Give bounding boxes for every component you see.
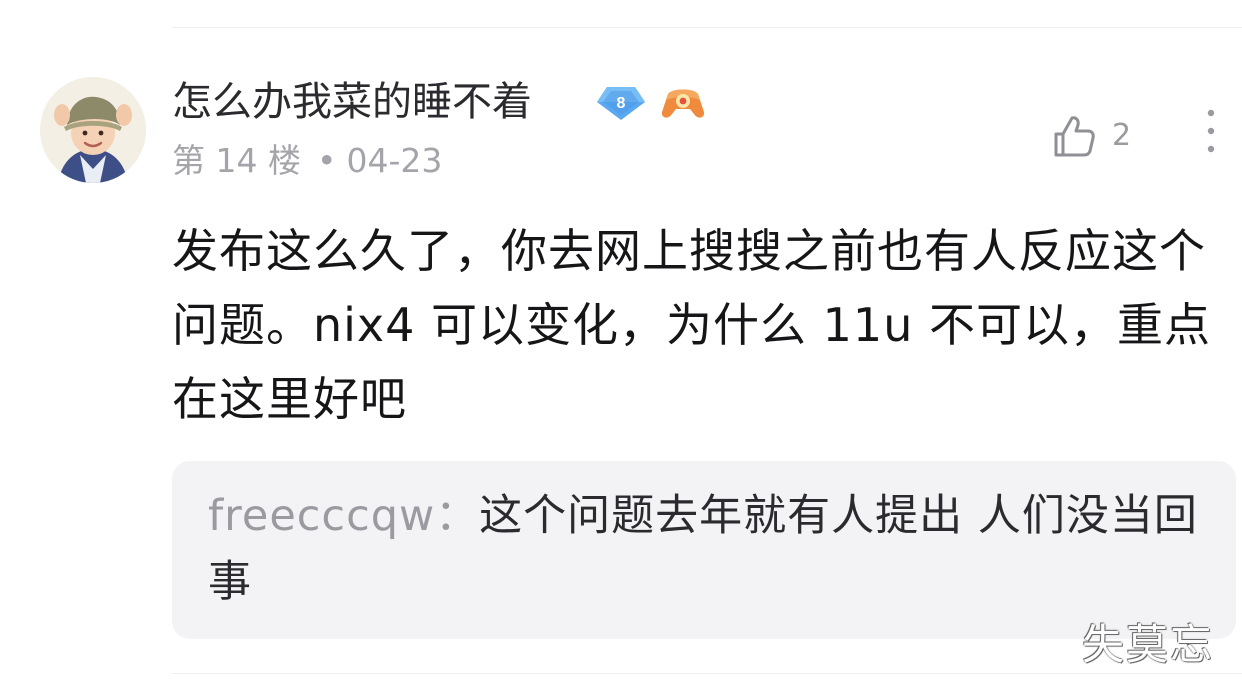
gamepad-badge-icon[interactable]: [660, 82, 706, 122]
comment-meta: 第 14 楼 • 04-23: [172, 138, 442, 184]
user-avatar[interactable]: [40, 77, 146, 183]
comment-content: 发布这么久了，你去网上搜搜之前也有人反应这个问题。nix4 可以变化，为什么 1…: [172, 224, 1211, 426]
thumbs-up-icon: [1054, 116, 1095, 157]
like-button[interactable]: 2: [1050, 108, 1131, 164]
comment-page: 怎么办我菜的睡不着 8 第 14 楼 • 04-23 2 发布这么久了，你去网上…: [0, 0, 1242, 697]
floor-number: 第 14 楼: [172, 141, 301, 180]
username[interactable]: 怎么办我菜的睡不着: [172, 74, 532, 130]
diamond-level-badge-icon[interactable]: 8: [594, 82, 648, 122]
level-number: 8: [617, 95, 626, 112]
top-divider: [172, 27, 1242, 28]
reply-text-block: freecccqw：这个问题去年就有人提出 人们没当回事: [208, 483, 1208, 615]
comment-date: 04-23: [346, 141, 443, 180]
watermark-text: 失莫忘: [1082, 620, 1215, 669]
like-count: 2: [1112, 118, 1132, 153]
more-options-button[interactable]: [1196, 104, 1226, 160]
bottom-divider: [172, 673, 1242, 674]
meta-separator: •: [316, 141, 337, 180]
reply-colon: ：: [435, 491, 480, 541]
more-vertical-icon: [1207, 109, 1215, 153]
reply-author[interactable]: freecccqw: [208, 491, 435, 541]
avatar-image: [40, 77, 146, 183]
reply-preview[interactable]: freecccqw：这个问题去年就有人提出 人们没当回事: [172, 461, 1236, 639]
